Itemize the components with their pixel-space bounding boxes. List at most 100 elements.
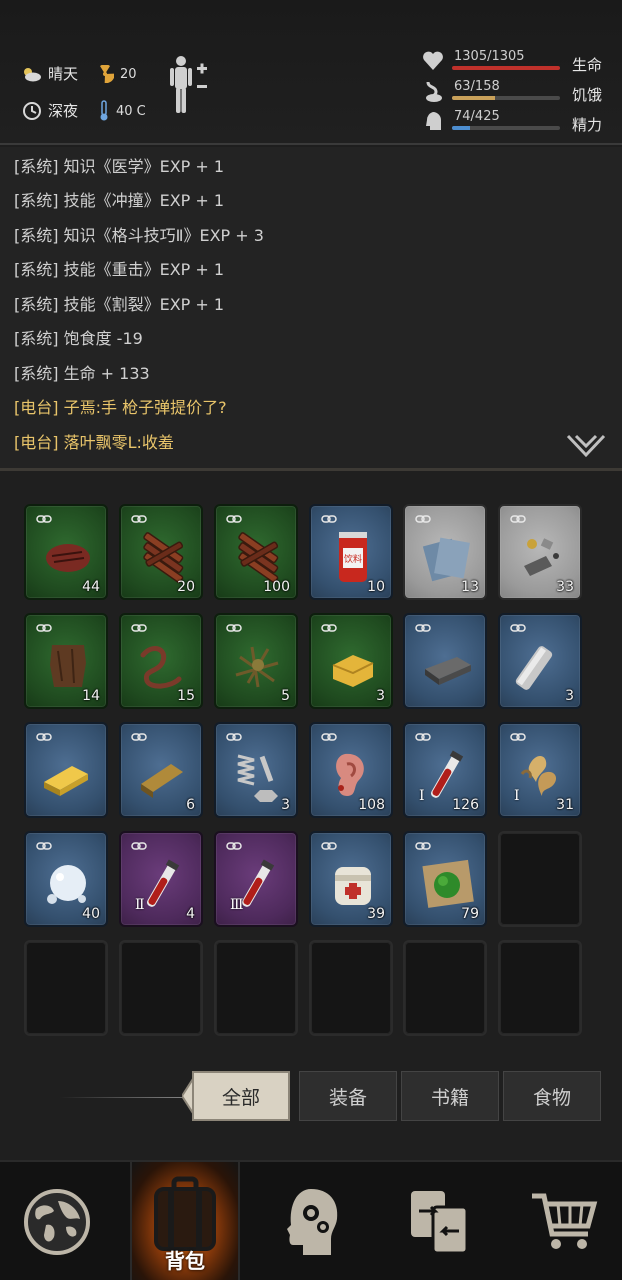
nav-shop[interactable] (510, 1162, 620, 1280)
item-tier: Ⅰ (514, 788, 520, 804)
inventory-slot[interactable]: 108 (309, 722, 393, 818)
inventory-slot[interactable]: Ⅱ4 (119, 831, 203, 927)
link-icon (36, 515, 52, 523)
cart-icon (532, 1193, 598, 1249)
tab-label: 装备 (328, 1086, 367, 1109)
stomach-icon (426, 81, 442, 102)
inventory-slot[interactable]: 6 (119, 722, 203, 818)
body-status-button[interactable] (166, 55, 212, 121)
inventory-slot[interactable]: 3 (214, 722, 298, 818)
log-tag: [系统] (14, 329, 59, 348)
health-label: 生命 (572, 56, 603, 74)
body-figure-icon (170, 56, 207, 113)
log-message: 落叶飘零L:收羞 (63, 433, 174, 452)
inventory-slot[interactable]: 饮料 10 (309, 504, 393, 600)
iron-ingot-icon (425, 657, 471, 685)
jerky-icon (238, 532, 279, 584)
empty-inventory-slot[interactable] (119, 940, 203, 1036)
inventory-slot[interactable]: 14 (24, 613, 108, 709)
nav-world-map[interactable] (2, 1162, 112, 1280)
inventory-slot[interactable]: Ⅰ 126 (403, 722, 487, 818)
jerky-icon (143, 532, 184, 584)
link-icon (226, 515, 242, 523)
tab-equipment[interactable]: 装备 (299, 1071, 397, 1121)
message-log[interactable]: [系统] 知识《医学》EXP + 1 [系统] 技能《冲撞》EXP + 1 [系… (0, 147, 622, 469)
log-line-radio: [电台] 子焉:手 枪子弹提价了? (14, 394, 227, 418)
item-count: 15 (177, 688, 195, 704)
empty-inventory-slot[interactable] (403, 940, 487, 1036)
radiation-icon (100, 65, 114, 83)
paper-sheets-icon (422, 537, 470, 582)
temperature-stat: 40 C (98, 100, 146, 122)
item-count: 108 (358, 797, 385, 813)
empty-inventory-slot[interactable] (214, 940, 298, 1036)
worm-icon (140, 645, 182, 689)
inventory-slot[interactable] (24, 722, 108, 818)
health-value: 1305/1305 (454, 49, 525, 64)
item-count: 3 (376, 688, 385, 704)
log-tag: [系统] (14, 260, 59, 279)
item-tier: Ⅲ (230, 897, 244, 913)
link-icon (415, 733, 431, 741)
empty-inventory-slot[interactable] (24, 940, 108, 1036)
status-bar: 晴天 20 深夜 40 C 1305/1305 生命 63/158 饥饿 74/… (0, 0, 622, 145)
link-icon (36, 733, 52, 741)
nav-trade[interactable] (384, 1162, 494, 1280)
energy-bar-fill (452, 126, 471, 130)
empty-inventory-slot[interactable] (309, 940, 393, 1036)
inventory-slot[interactable]: 33 (498, 504, 582, 600)
log-message: 技能《重击》EXP + 1 (63, 260, 225, 279)
link-icon (415, 515, 431, 523)
inventory-slot[interactable] (403, 613, 487, 709)
nav-skills[interactable] (258, 1162, 368, 1280)
log-message: 知识《格斗技巧Ⅱ》EXP + 3 (63, 226, 264, 245)
leather-hide-icon (50, 645, 86, 687)
tab-food[interactable]: 食物 (503, 1071, 601, 1121)
item-count: 44 (82, 579, 100, 595)
log-message: 技能《割裂》EXP + 1 (63, 295, 225, 314)
ear-icon (336, 753, 364, 796)
link-icon (415, 842, 431, 850)
hunger-bar (452, 96, 560, 100)
inventory-slot[interactable]: 40 (24, 831, 108, 927)
steel-bar-icon (515, 646, 553, 690)
nav-backpack[interactable]: 背包 (130, 1162, 240, 1280)
chevron-down-icon[interactable] (566, 433, 606, 459)
log-tag: [系统] (14, 364, 59, 383)
log-line: [系统] 技能《重击》EXP + 1 (14, 256, 224, 280)
inventory-slot[interactable]: 3 (498, 613, 582, 709)
inventory-slot[interactable]: Ⅲ (214, 831, 298, 927)
tab-label: 食物 (532, 1086, 571, 1109)
empty-inventory-slot[interactable] (498, 831, 582, 927)
head-gears-icon (287, 1189, 338, 1255)
inventory-slot[interactable]: Ⅰ 31 (498, 722, 582, 818)
blood-vial-icon (431, 750, 464, 798)
sun-cloud-icon (24, 67, 41, 81)
inventory-slot[interactable]: 79 (403, 831, 487, 927)
health-bar (452, 66, 560, 70)
link-icon (415, 624, 431, 632)
time-label: 深夜 (48, 102, 79, 120)
empty-inventory-slot[interactable] (498, 940, 582, 1036)
tab-all[interactable]: 全部 (192, 1071, 290, 1121)
tab-books[interactable]: 书籍 (401, 1071, 499, 1121)
inventory-slot[interactable]: 15 (119, 613, 203, 709)
inventory-slot[interactable]: 5 (214, 613, 298, 709)
log-tag: [系统] (14, 226, 59, 245)
log-message: 生命 + 133 (63, 364, 150, 383)
link-icon (36, 624, 52, 632)
inventory-slot[interactable]: 20 (119, 504, 203, 600)
item-count: 3 (281, 797, 290, 813)
link-icon (131, 842, 147, 850)
inventory-slot[interactable]: 39 (309, 831, 393, 927)
item-count: 10 (367, 579, 385, 595)
inventory-slot[interactable]: 3 (309, 613, 393, 709)
bandage-icon (335, 867, 371, 905)
link-icon (131, 624, 147, 632)
item-count: 126 (452, 797, 479, 813)
inventory-slot[interactable]: 100 (214, 504, 298, 600)
inventory-slot[interactable]: 44 (24, 504, 108, 600)
health-vital: 1305/1305 生命 (422, 49, 612, 76)
twigs-icon (235, 646, 279, 688)
inventory-slot[interactable]: 13 (403, 504, 487, 600)
